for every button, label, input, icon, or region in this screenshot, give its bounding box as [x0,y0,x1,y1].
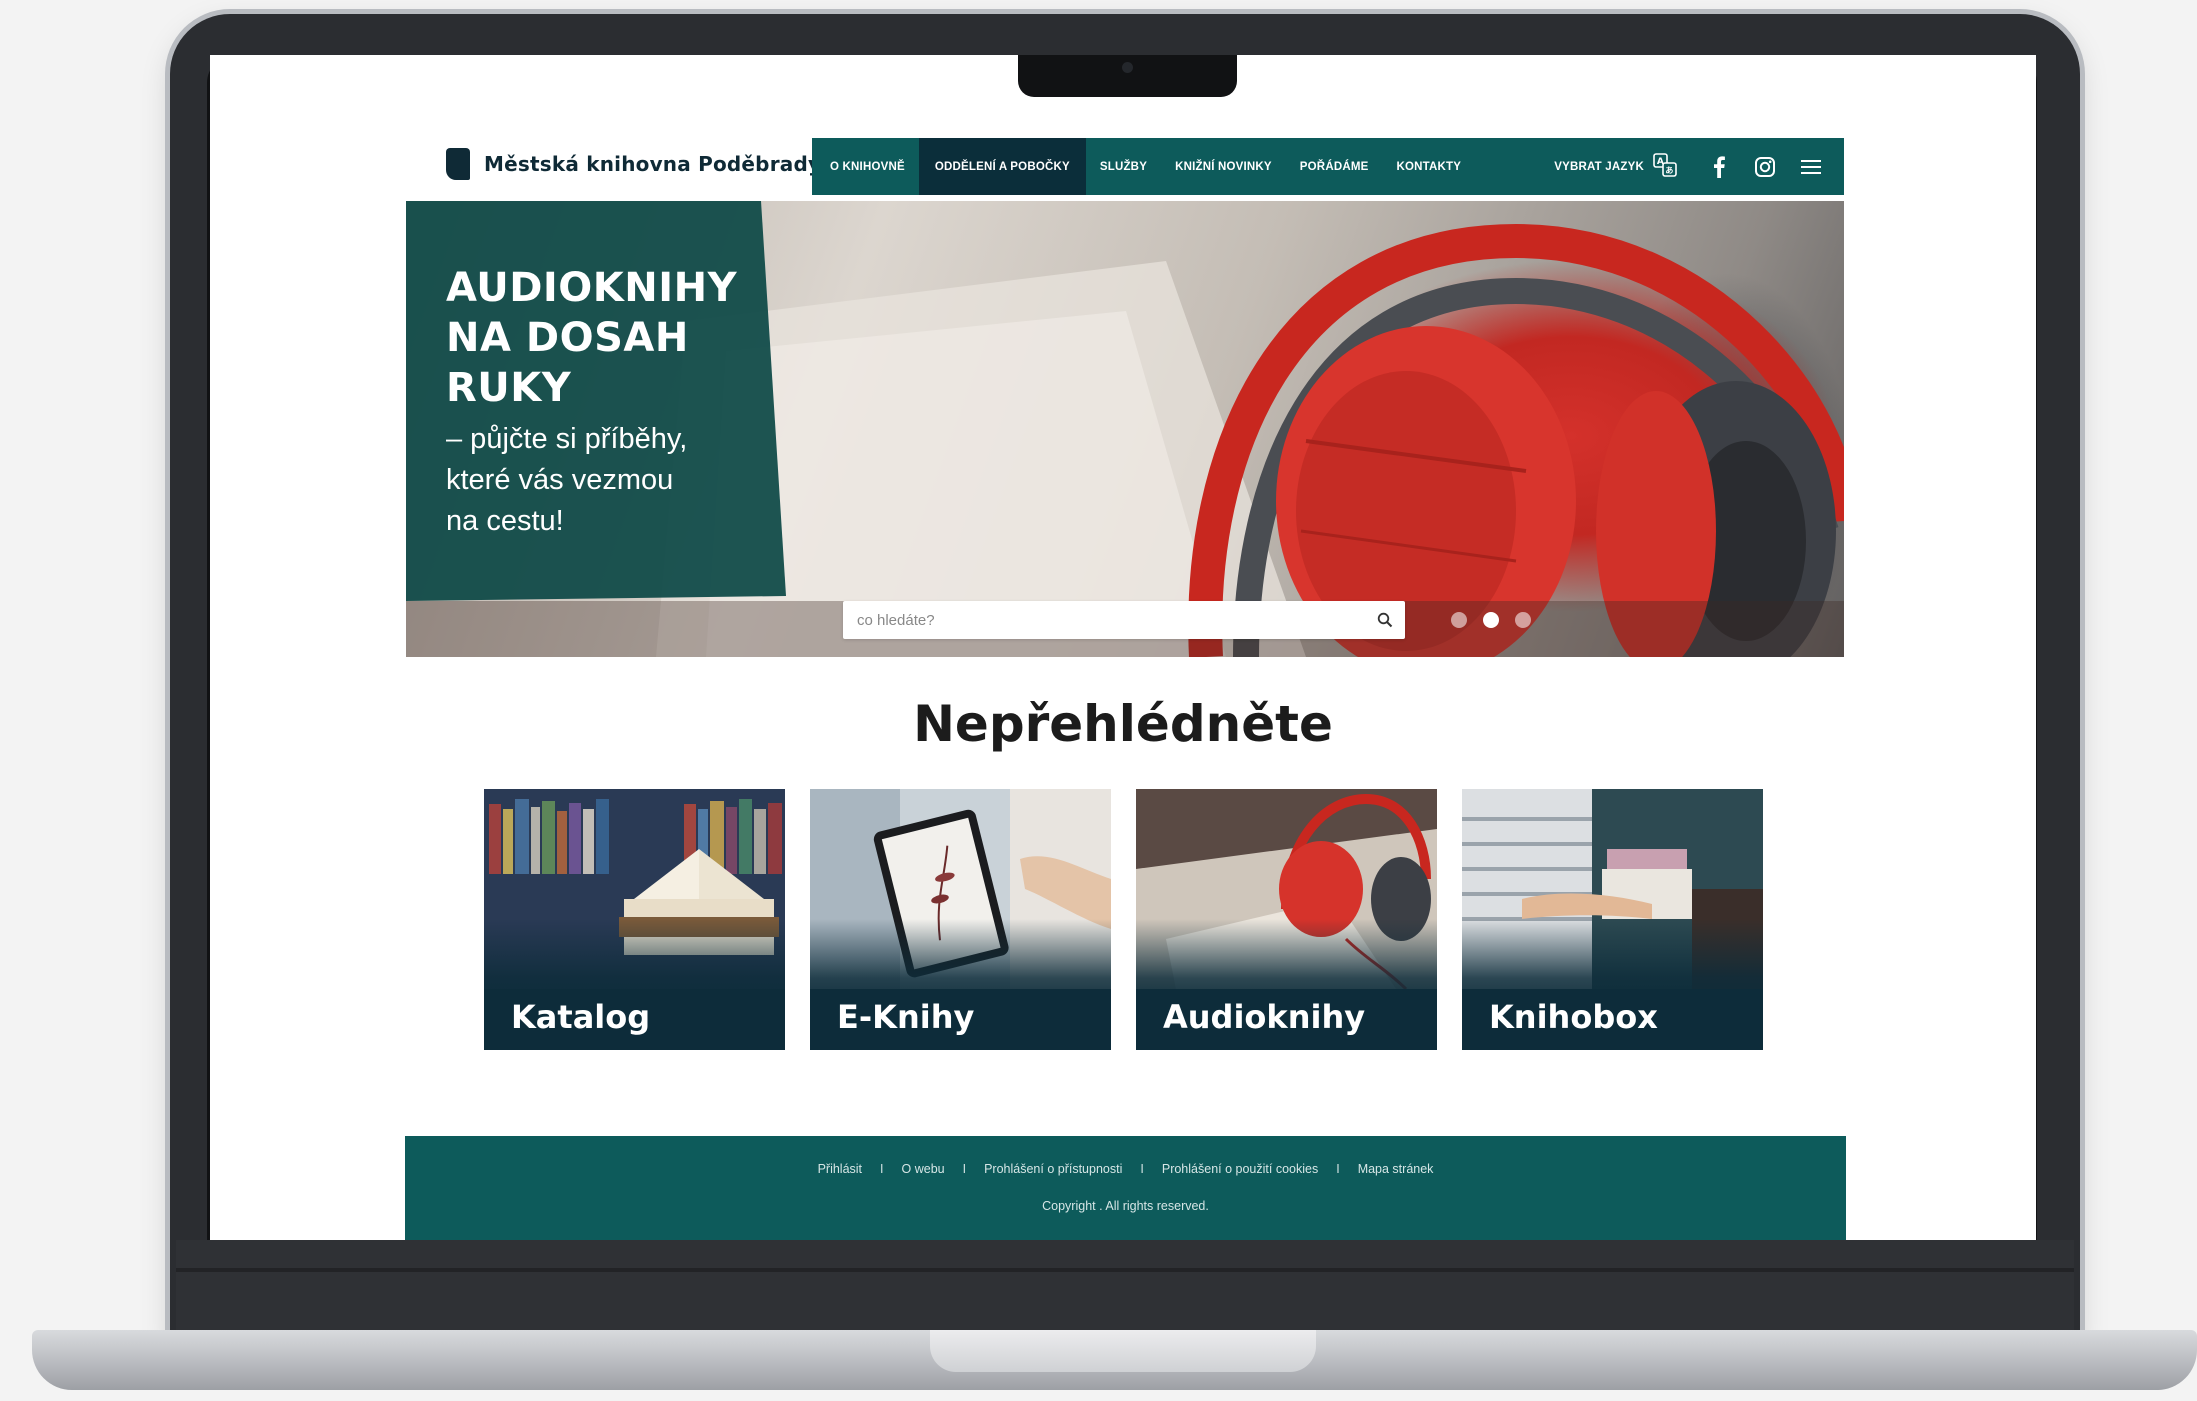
instagram-icon[interactable] [1742,138,1788,195]
footer-separator: I [962,1162,967,1176]
footer-links: Přihlásit I O webu I Prohlášení o přístu… [405,1162,1846,1176]
feature-cards: Katalog E-Knihy Audioknihy Knihobox [484,789,1763,1050]
facebook-icon[interactable] [1696,138,1742,195]
footer-separator: I [1336,1162,1340,1176]
footer-separator: I [1140,1162,1144,1176]
card-label: Katalog [511,998,651,1036]
search-icon [1377,612,1393,628]
site-footer: Přihlásit I O webu I Prohlášení o přístu… [405,1136,1846,1240]
slider-dot-1[interactable] [1451,612,1467,628]
menu-icon[interactable] [1788,138,1834,195]
site-logo[interactable]: Městská knihovna Poděbrady [446,148,821,180]
footer-link-mapa-stranek[interactable]: Mapa stránek [1358,1162,1434,1176]
hero-banner: AUDIOKNIHY NA DOSAH RUKY – půjčte si pří… [406,201,1844,657]
language-selector[interactable]: VYBRAT JAZYK A あ [1544,138,1696,195]
footer-link-o-webu[interactable]: O webu [902,1162,945,1176]
card-e-knihy[interactable]: E-Knihy [810,789,1111,1050]
nav-item-o-knihovne[interactable]: O KNIHOVNĚ [812,138,919,195]
nav-item-oddeleni-a-pobocky[interactable]: ODDĚLENÍ A POBOČKY [918,138,1086,195]
card-label: E-Knihy [837,998,975,1036]
card-katalog[interactable]: Katalog [484,789,785,1050]
footer-link-cookies[interactable]: Prohlášení o použití cookies [1162,1162,1318,1176]
laptop-chin [176,1240,2074,1334]
section-title: Nepřehlédněte [913,695,1333,753]
main-nav: O KNIHOVNĚ ODDĚLENÍ A POBOČKY SLUŽBY KNI… [812,138,1844,195]
copyright-text: Copyright . All rights reserved. [1042,1199,1209,1213]
nav-item-poradame[interactable]: POŘÁDÁME [1286,138,1383,195]
camera-icon [1122,62,1133,73]
card-label: Knihobox [1489,998,1658,1036]
nav-item-sluzby[interactable]: SLUŽBY [1086,138,1161,195]
language-label: VYBRAT JAZYK [1554,160,1644,173]
book-logo-icon [446,148,470,180]
laptop-base-notch [930,1330,1316,1372]
slider-dot-2[interactable] [1483,612,1499,628]
nav-item-kontakty[interactable]: KONTAKTY [1382,138,1475,195]
card-label: Audioknihy [1163,998,1366,1036]
hero-title: AUDIOKNIHY NA DOSAH RUKY [446,265,738,411]
card-audioknihy[interactable]: Audioknihy [1136,789,1437,1050]
search-button[interactable] [1365,601,1405,639]
slider-dot-3[interactable] [1515,612,1531,628]
hero-subtitle: – půjčte si příběhy, které vás vezmou na… [446,423,688,537]
card-knihobox[interactable]: Knihobox [1462,789,1763,1050]
nav-item-knizni-novinky[interactable]: KNIŽNÍ NOVINKY [1161,138,1286,195]
footer-link-prihlasit[interactable]: Přihlásit [818,1162,862,1176]
slider-dots [1451,612,1531,628]
browser-screen: Městská knihovna Poděbrady O KNIHOVNĚ OD… [210,55,2036,1240]
logo-text: Městská knihovna Poděbrady [484,152,822,176]
laptop-hinge [176,1268,2074,1272]
search-input[interactable] [843,601,1365,639]
svg-text:あ: あ [1665,166,1673,175]
search-bar [843,601,1405,639]
footer-separator: I [880,1162,884,1176]
footer-link-pristupnost[interactable]: Prohlášení o přístupnosti [984,1162,1122,1176]
translate-icon: A あ [1652,152,1678,181]
